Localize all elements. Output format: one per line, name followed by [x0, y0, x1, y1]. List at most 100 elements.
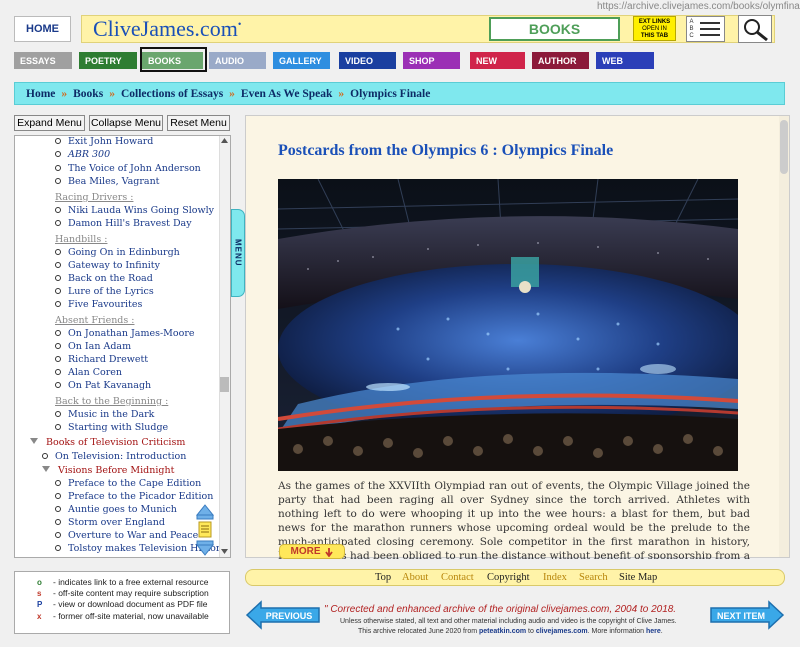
home-button[interactable]: HOME	[14, 16, 71, 42]
nav-new[interactable]: NEW	[470, 52, 525, 69]
breadcrumb-item[interactable]: Collections of Essays	[121, 88, 223, 100]
menu-group[interactable]: Absent Friends :	[55, 315, 134, 326]
breadcrumb-separator: »	[338, 87, 345, 100]
collapse-menu-button[interactable]: Collapse Menu	[89, 115, 163, 131]
article-scroll-thumb[interactable]	[780, 120, 788, 174]
footer-link-search[interactable]: Search	[579, 572, 608, 583]
menu-item[interactable]: Auntie goes to Munich	[55, 504, 177, 515]
menu-item[interactable]: Storm over England	[55, 517, 165, 528]
menu-nav-icons[interactable]	[195, 503, 215, 557]
nav-author[interactable]: AUTHOR	[532, 52, 589, 69]
breadcrumb-item[interactable]: Even As We Speak	[241, 88, 333, 100]
footer-link-contact[interactable]: Contact	[441, 572, 474, 583]
menu-toggle-tab[interactable]: MENU	[231, 209, 245, 297]
bullet-icon	[55, 369, 61, 375]
nav-gallery[interactable]: GALLERY	[273, 52, 330, 69]
menu-item-label: Bea Miles, Vagrant	[68, 176, 160, 187]
ext-links-toggle[interactable]: EXT LINKS OPEN IN THIS TAB	[633, 16, 676, 41]
menu-item-label: Preface to the Picador Edition	[68, 491, 214, 502]
menu-item[interactable]: Exit John Howard	[55, 136, 153, 147]
footer-link-copyright[interactable]: Copyright	[487, 572, 530, 583]
menu-group[interactable]: Back to the Beginning :	[55, 396, 168, 407]
abc-index-button[interactable]: A B C	[686, 16, 725, 42]
bullet-icon	[55, 301, 61, 307]
menu-group[interactable]: Racing Drivers :	[55, 192, 133, 203]
document-icon[interactable]	[198, 521, 212, 538]
menu-item-label: ABR 300	[68, 149, 111, 160]
scroll-down-icon[interactable]	[220, 548, 229, 555]
menu-item[interactable]: Preface to the Picador Edition	[55, 491, 213, 502]
more-button[interactable]: MORE	[279, 544, 345, 559]
site-title[interactable]: CliveJames.com•	[93, 16, 241, 42]
breadcrumb-item[interactable]: Books	[73, 88, 103, 100]
legend-row: o - indicates link to a free external res…	[37, 577, 229, 588]
breadcrumb-separator: »	[229, 87, 235, 100]
menu-item-label: On Jonathan James-Moore	[68, 328, 195, 339]
menu-item-label: On Television: Introduction	[55, 451, 187, 462]
footer-link-site-map[interactable]: Site Map	[619, 572, 657, 583]
reset-menu-button[interactable]: Reset Menu	[167, 115, 230, 131]
menu-scrollbar[interactable]	[219, 136, 230, 557]
menu-item-label: Absent Friends :	[55, 315, 135, 326]
next-item-button[interactable]: NEXT ITEM	[709, 600, 785, 630]
menu-item-label: Back to the Beginning :	[55, 396, 169, 407]
menu-section[interactable]: Books of Television Criticism	[30, 437, 185, 448]
nav-web[interactable]: WEB	[596, 52, 654, 69]
nav-essays[interactable]: ESSAYS	[14, 52, 72, 69]
footer-link-top[interactable]: Top	[375, 572, 391, 583]
menu-item[interactable]: Overture to War and Peace	[55, 530, 198, 541]
stadium-photo	[278, 179, 738, 471]
arrow-down-icon[interactable]	[195, 540, 215, 556]
relocation-pre: This archive relocated June 2020 from	[358, 628, 480, 635]
menu-item[interactable]: Damon Hill's Bravest Day	[55, 218, 192, 229]
scroll-up-icon[interactable]	[220, 137, 229, 144]
menu-item[interactable]: Back on the Road	[55, 273, 153, 284]
menu-subsection[interactable]: On Television: Introduction	[42, 451, 186, 462]
menu-item-label: Exit John Howard	[68, 136, 154, 147]
expanded-triangle-icon[interactable]	[42, 466, 50, 472]
menu-item[interactable]: Five Favourites	[55, 299, 142, 310]
menu-item[interactable]: Bea Miles, Vagrant	[55, 176, 160, 187]
breadcrumb-separator: »	[61, 87, 68, 100]
search-button[interactable]	[738, 15, 772, 43]
menu-item[interactable]: Preface to the Cape Edition	[55, 478, 201, 489]
previous-button[interactable]: PREVIOUS	[245, 600, 321, 630]
arrow-up-icon[interactable]	[195, 504, 215, 520]
menu-subsection-open[interactable]: Visions Before Midnight	[42, 465, 174, 476]
menu-item[interactable]: Starting with Sludge	[55, 422, 168, 433]
menu-item[interactable]: Lure of the Lyrics	[55, 286, 154, 297]
bullet-icon	[55, 519, 61, 525]
menu-item[interactable]: Music in the Dark	[55, 409, 154, 420]
menu-item-label: Alan Coren	[68, 367, 122, 378]
nav-poetry[interactable]: POETRY	[79, 52, 137, 69]
menu-item[interactable]: Richard Drewett	[55, 354, 148, 365]
menu-item[interactable]: Gateway to Infinity	[55, 260, 160, 271]
article-scrollbar[interactable]	[779, 116, 789, 557]
link-more-info[interactable]: here	[646, 628, 661, 635]
menu-item[interactable]: On Pat Kavanagh	[55, 380, 151, 391]
link-clivejames[interactable]: clivejames.com	[536, 628, 588, 635]
article-body: As the games of the XXVIIth Olympiad ran…	[278, 480, 750, 559]
nav-audio[interactable]: AUDIO	[209, 52, 266, 69]
archive-note: " Corrected and enhanced archive of the …	[324, 604, 677, 615]
menu-group[interactable]: Handbills :	[55, 234, 107, 245]
menu-item[interactable]: The Voice of John Anderson	[55, 163, 201, 174]
footer-link-about[interactable]: About	[402, 572, 428, 583]
menu-item[interactable]: On Ian Adam	[55, 341, 131, 352]
nav-video[interactable]: VIDEO	[339, 52, 396, 69]
site-title-text: CliveJames.com	[93, 16, 238, 41]
menu-item[interactable]: Niki Lauda Wins Going Slowly	[55, 205, 214, 216]
breadcrumb-item[interactable]: Home	[26, 88, 55, 100]
nav-shop[interactable]: SHOP	[403, 52, 460, 69]
footer-link-index[interactable]: Index	[543, 572, 567, 583]
link-peteatkin[interactable]: peteatkin.com	[479, 628, 526, 635]
menu-scroll-thumb[interactable]	[220, 377, 229, 392]
menu-item[interactable]: Alan Coren	[55, 367, 122, 378]
expand-menu-button[interactable]: Expand Menu	[14, 115, 85, 131]
legend-text: - view or download document as PDF file	[53, 599, 208, 610]
expanded-triangle-icon[interactable]	[30, 438, 38, 444]
legend-text: - former off-site material, now unavaila…	[53, 610, 209, 621]
menu-item[interactable]: On Jonathan James-Moore	[55, 328, 195, 339]
menu-item[interactable]: Going On in Edinburgh	[55, 247, 180, 258]
menu-item[interactable]: ABR 300	[55, 149, 110, 160]
